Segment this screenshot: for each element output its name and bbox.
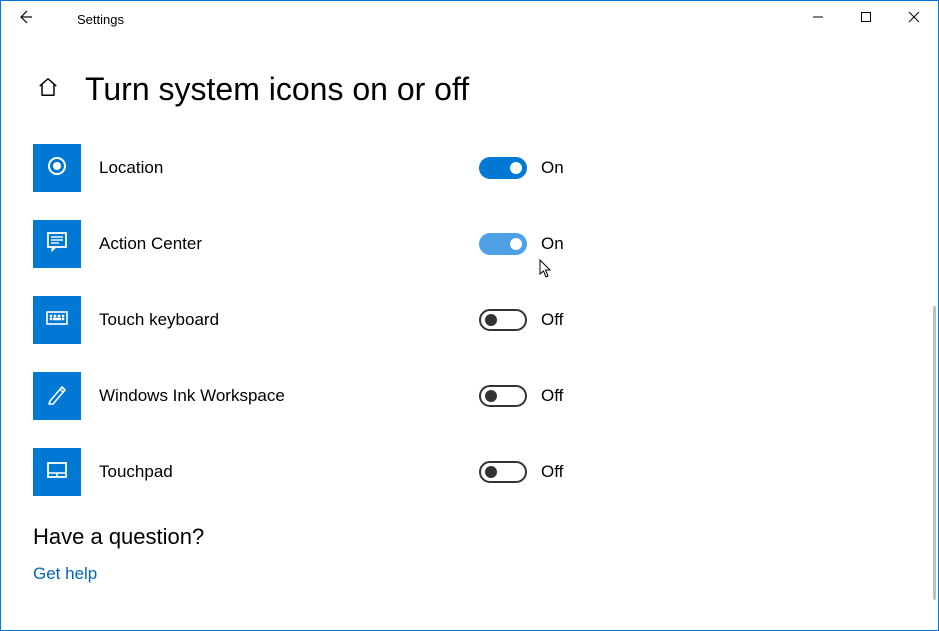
setting-label: Touchpad <box>99 462 479 482</box>
toggle-state-label: On <box>541 158 564 178</box>
toggle-switch[interactable] <box>479 385 527 407</box>
toggle-switch[interactable] <box>479 309 527 331</box>
content-area: Turn system icons on or off LocationOnAc… <box>1 37 938 630</box>
toggle-knob <box>510 238 522 250</box>
toggle-knob <box>485 314 497 326</box>
setting-label: Action Center <box>99 234 479 254</box>
back-arrow-icon <box>17 9 33 30</box>
toggle-wrap: Off <box>479 309 563 331</box>
toggle-wrap: Off <box>479 461 563 483</box>
location-icon <box>44 153 70 184</box>
setting-tile <box>33 144 81 192</box>
toggle-knob <box>510 162 522 174</box>
page-title: Turn system icons on or off <box>85 71 469 108</box>
ink-workspace-icon <box>44 381 70 412</box>
setting-label: Windows Ink Workspace <box>99 386 479 406</box>
setting-label: Touch keyboard <box>99 310 479 330</box>
setting-tile <box>33 296 81 344</box>
window-controls <box>794 1 938 37</box>
setting-row: Windows Ink Workspace Off <box>33 372 906 420</box>
toggle-state-label: Off <box>541 310 563 330</box>
toggle-state-label: Off <box>541 386 563 406</box>
minimize-button[interactable] <box>794 1 842 37</box>
setting-row: Touch keyboard Off <box>33 296 906 344</box>
setting-label: Location <box>99 158 479 178</box>
toggle-switch[interactable] <box>479 233 527 255</box>
settings-window: Settings Turn system icons on or off Loc… <box>0 0 939 631</box>
get-help-link[interactable]: Get help <box>33 564 97 583</box>
toggle-switch[interactable] <box>479 157 527 179</box>
toggle-wrap: On <box>479 157 564 179</box>
titlebar: Settings <box>1 1 938 37</box>
close-button[interactable] <box>890 1 938 37</box>
home-button[interactable] <box>37 76 59 103</box>
page-header: Turn system icons on or off <box>33 71 906 108</box>
maximize-icon <box>860 10 872 28</box>
touch-keyboard-icon <box>44 305 70 336</box>
toggle-wrap: On <box>479 233 564 255</box>
toggle-knob <box>485 390 497 402</box>
toggle-knob <box>485 466 497 478</box>
toggle-wrap: Off <box>479 385 563 407</box>
setting-tile <box>33 448 81 496</box>
home-icon <box>37 85 59 102</box>
back-button[interactable] <box>1 1 49 37</box>
items-list: Location On Action Center On Touch keyboard O… <box>33 144 906 496</box>
scrollbar[interactable] <box>933 306 936 600</box>
minimize-icon <box>812 10 824 28</box>
help-heading: Have a question? <box>33 524 906 550</box>
setting-row: Touchpad Off <box>33 448 906 496</box>
toggle-switch[interactable] <box>479 461 527 483</box>
maximize-button[interactable] <box>842 1 890 37</box>
setting-tile <box>33 372 81 420</box>
action-center-icon <box>44 229 70 260</box>
setting-tile <box>33 220 81 268</box>
window-title: Settings <box>77 12 124 27</box>
setting-row: Action Center On <box>33 220 906 268</box>
touchpad-icon <box>44 457 70 488</box>
setting-row: Location On <box>33 144 906 192</box>
toggle-state-label: On <box>541 234 564 254</box>
close-icon <box>908 10 920 28</box>
toggle-state-label: Off <box>541 462 563 482</box>
